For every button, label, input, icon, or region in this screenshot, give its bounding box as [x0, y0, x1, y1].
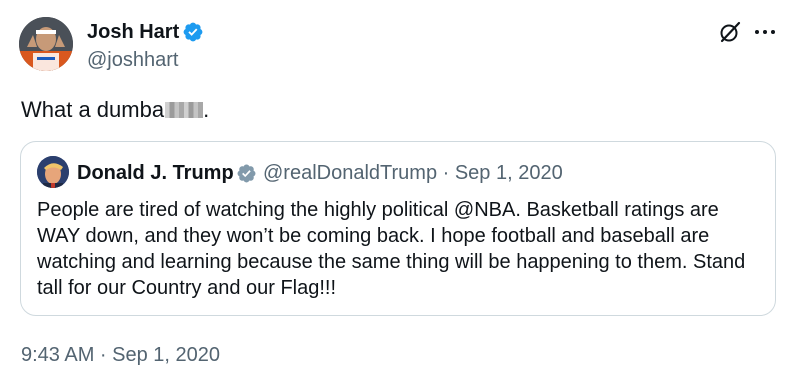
tweet-text: What a dumba. — [21, 96, 209, 124]
quoted-author-name: Donald J. Trump — [77, 162, 234, 184]
tweet-text-content: What a dumba — [21, 97, 165, 122]
verified-badge-icon — [183, 22, 203, 42]
quoted-author-handle-date: @realDonaldTrump · Sep 1, 2020 — [263, 162, 563, 184]
censored-text-blur — [165, 102, 204, 118]
grok-icon[interactable] — [718, 20, 742, 44]
tweet-timestamp[interactable]: 9:43 AM · Sep 1, 2020 — [21, 343, 220, 367]
quoted-author-avatar — [37, 156, 69, 188]
tweet-card: Josh Hart @joshhart What a dumba. Donald… — [0, 0, 800, 380]
quoted-tweet-text: People are tired of watching the highly … — [37, 199, 746, 299]
author-handle[interactable]: @joshhart — [87, 48, 178, 72]
author-avatar[interactable] — [19, 17, 73, 71]
more-options-icon[interactable] — [752, 20, 778, 44]
verified-badge-icon — [237, 164, 256, 183]
tweet-text-suffix: . — [203, 97, 210, 122]
quoted-tweet-card[interactable]: Donald J. Trump @realDonaldTrump · Sep 1… — [20, 141, 776, 316]
author-name[interactable]: Josh Hart — [87, 20, 179, 44]
